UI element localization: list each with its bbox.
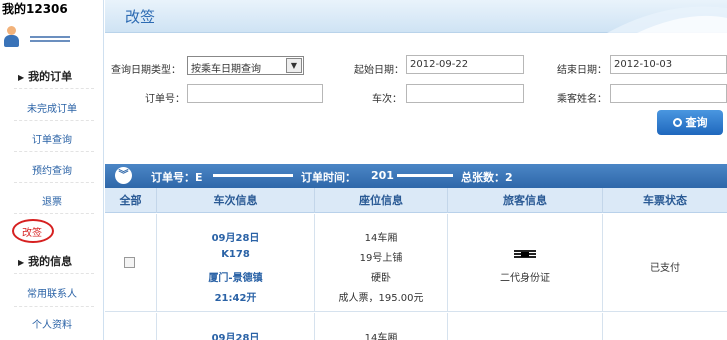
sidebar-item-order-query[interactable]: 订单查询: [0, 131, 104, 146]
row-checkbox[interactable]: [124, 257, 135, 268]
search-icon: [672, 118, 682, 127]
redacted-username: [30, 36, 70, 46]
train-no-label: 车次：: [372, 94, 402, 105]
redacted-passenger-name: [514, 250, 536, 260]
ticket-status-cell: 已支付: [603, 214, 727, 311]
ticket-price: 成人票，195.00元: [338, 293, 424, 304]
seat-info-cell: 14车厢: [315, 313, 448, 340]
table-row: 09月28日 K178 厦门-景德镇 21:42开 14车厢 19号上铺 硬卧 …: [105, 214, 727, 312]
train-date: 09月28日: [211, 333, 260, 340]
dropdown-arrow-icon: ▼: [286, 58, 302, 73]
column-header-train: 车次信息: [157, 188, 315, 213]
seat-car: 14车厢: [364, 333, 398, 340]
sidebar-heading-orders[interactable]: ▶ 我的订单: [18, 68, 72, 84]
banner-decoration-icon: [607, 6, 727, 33]
passenger-name-label: 乘客姓名：: [557, 94, 607, 105]
page-header: 改签: [105, 0, 727, 33]
train-route: 厦门-景德镇: [208, 273, 263, 284]
page-title: 改签: [125, 8, 156, 26]
sidebar-title: 我的12306: [2, 2, 68, 16]
triangle-right-icon: ▶: [18, 258, 25, 267]
query-type-select[interactable]: 按乘车日期查询 ▼: [187, 56, 304, 75]
order-time-prefix: 201: [371, 169, 394, 182]
train-no-input[interactable]: [406, 84, 524, 103]
query-type-value: 按乘车日期查询: [191, 64, 261, 75]
page: 我的12306 ▶ 我的订单 未完成订单 订单查询 预约查询 退票 改签 ▶ 我的信…: [0, 0, 727, 340]
sidebar-heading-info-label: 我的信息: [28, 255, 73, 268]
sidebar-item-reservation-query[interactable]: 预约查询: [0, 162, 104, 177]
sidebar-heading-info[interactable]: ▶ 我的信息: [18, 253, 72, 269]
query-button[interactable]: 查询: [657, 110, 723, 135]
sidebar-item-profile[interactable]: 个人资料: [0, 316, 104, 331]
sidebar-item-contacts[interactable]: 常用联系人: [0, 285, 104, 300]
seat-car: 14车厢: [364, 233, 398, 244]
start-date-label: 起始日期：: [354, 65, 404, 76]
ticket-status-cell: [603, 313, 727, 340]
passenger-name-input[interactable]: [610, 84, 727, 103]
redacted-order-time: [397, 174, 453, 177]
end-date-input[interactable]: 2012-10-03: [610, 55, 727, 74]
row-select-cell: [105, 313, 157, 340]
seat-class: 硬卧: [371, 273, 391, 284]
train-departure: 21:42开: [214, 293, 257, 304]
passenger-info-cell: [448, 313, 603, 340]
seat-number: 19号上铺: [359, 253, 403, 264]
search-form: 查询日期类型： 按乘车日期查询 ▼ 起始日期： 2012-09-22 结束日期：…: [105, 48, 727, 148]
train-info-cell: 09月28日 K178 厦门-景德镇 21:42开: [157, 214, 315, 311]
order-table: ︾ 订单号：E 订单时间： 201 总张数：2 全部 车次信息 座位信息 旅客信…: [105, 164, 727, 340]
seat-info-cell: 14车厢 19号上铺 硬卧 成人票，195.00元: [315, 214, 448, 311]
table-header: 全部 车次信息 座位信息 旅客信息 车票状态: [105, 188, 727, 213]
train-number[interactable]: K178: [157, 249, 314, 260]
collapse-chevron-icon[interactable]: ︾: [115, 167, 132, 184]
table-row: 09月28日 14车厢: [105, 313, 727, 340]
redacted-order-no: [213, 174, 293, 177]
query-type-label: 查询日期类型：: [111, 65, 181, 76]
column-header-passenger: 旅客信息: [448, 188, 603, 213]
order-summary-bar: ︾ 订单号：E 订单时间： 201 总张数：2: [105, 164, 727, 188]
query-button-label: 查询: [685, 116, 708, 129]
highlight-circle: [12, 219, 54, 243]
order-time-label: 订单时间：: [301, 171, 356, 184]
sidebar-item-unfinished-orders[interactable]: 未完成订单: [0, 100, 104, 115]
passenger-info-cell: 二代身份证: [448, 214, 603, 311]
train-date: 09月28日: [211, 233, 260, 244]
sidebar: 我的12306 ▶ 我的订单 未完成订单 订单查询 预约查询 退票 改签 ▶ 我的信…: [0, 0, 104, 340]
order-no-summary: 订单号：E: [151, 171, 203, 184]
total-tickets: 总张数：2: [461, 171, 513, 184]
sidebar-heading-orders-label: 我的订单: [28, 70, 73, 83]
start-date-input[interactable]: 2012-09-22: [406, 55, 524, 74]
column-header-status: 车票状态: [643, 194, 687, 207]
column-header-seat: 座位信息: [315, 188, 448, 213]
column-header-all[interactable]: 全部: [105, 188, 157, 213]
status-badge: 已支付: [650, 263, 680, 274]
order-no-label: 订单号：: [145, 94, 185, 105]
passenger-id-type: 二代身份证: [500, 273, 550, 284]
order-no-input[interactable]: [187, 84, 323, 103]
avatar-icon: [4, 26, 19, 48]
row-select-cell: [105, 214, 157, 311]
end-date-label: 结束日期：: [557, 65, 607, 76]
train-info-cell: 09月28日: [157, 313, 315, 340]
triangle-right-icon: ▶: [18, 73, 25, 82]
sidebar-item-refund[interactable]: 退票: [0, 193, 104, 208]
